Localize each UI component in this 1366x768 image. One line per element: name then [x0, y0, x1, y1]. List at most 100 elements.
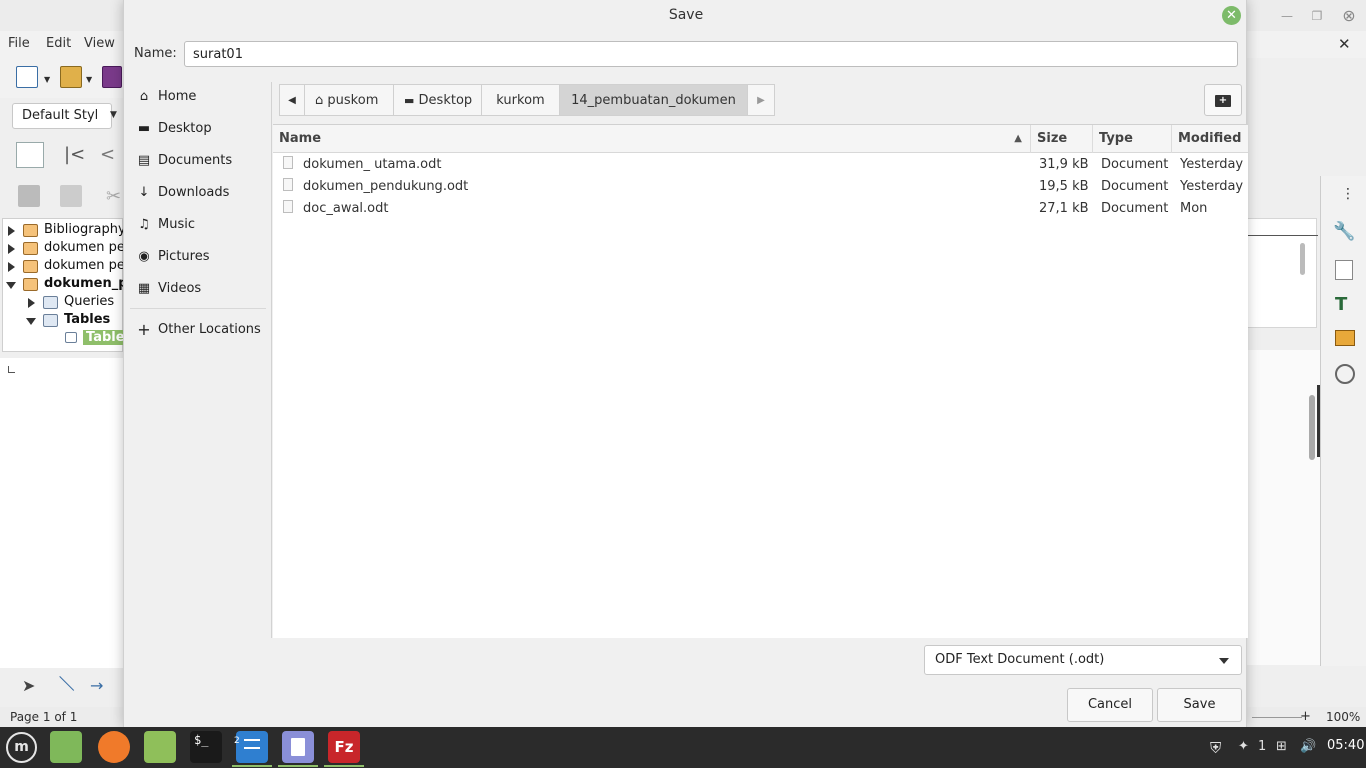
sidebar-tabbar: ⋮ 🔧 T — [1320, 176, 1366, 666]
expand-arrow-icon[interactable] — [8, 244, 15, 254]
tree-item-label: dokumen per — [44, 258, 131, 273]
network-icon[interactable]: ⊞ — [1276, 739, 1287, 754]
place-videos[interactable]: ▦ Videos — [124, 274, 272, 304]
arrow-line-icon[interactable]: → — [90, 676, 103, 695]
path-crumb-current[interactable]: 14_pembuatan_dokumen — [559, 84, 748, 116]
properties-wrench-icon[interactable]: 🔧 — [1333, 221, 1355, 242]
sort-ascending-icon: ▲ — [1014, 133, 1022, 144]
new-folder-button[interactable]: + — [1204, 84, 1242, 116]
writer-app-icon[interactable]: 2 — [232, 731, 272, 767]
tree-item[interactable]: dokumen per — [3, 258, 130, 276]
mail-merge-icon[interactable] — [16, 142, 44, 168]
document-page[interactable] — [0, 358, 123, 668]
cancel-button[interactable]: Cancel — [1067, 688, 1153, 722]
expand-arrow-icon[interactable] — [28, 298, 35, 308]
new-document-icon[interactable] — [16, 66, 38, 88]
new-folder-icon: + — [1215, 95, 1231, 107]
tree-item-selected[interactable]: Table 1 — [3, 330, 142, 348]
path-forward-icon[interactable]: ▶ — [747, 84, 775, 116]
open-folder-icon[interactable] — [60, 66, 82, 88]
styles-icon[interactable]: T — [1335, 294, 1347, 315]
tree-item[interactable]: Tables — [3, 312, 124, 330]
save-button[interactable]: Save — [1157, 688, 1242, 722]
path-crumb-desktop[interactable]: ▬ Desktop — [393, 84, 482, 116]
path-back-icon[interactable]: ◀ — [279, 84, 305, 116]
zoom-in-icon[interactable]: + — [1300, 709, 1311, 724]
menu-file[interactable]: File — [8, 36, 30, 51]
path-crumb-kurkom[interactable]: kurkom — [481, 84, 560, 116]
column-name-header[interactable]: Name ▲ — [273, 125, 1031, 153]
folder-app-icon[interactable] — [144, 731, 176, 763]
place-documents[interactable]: ▤ Documents — [124, 146, 272, 176]
downloads-icon: ↓ — [138, 185, 150, 200]
place-home[interactable]: ⌂ Home — [124, 82, 272, 112]
column-size-header[interactable]: Size — [1031, 125, 1093, 153]
chevron-down-icon[interactable]: ▼ — [44, 75, 50, 84]
files-app-icon[interactable] — [50, 731, 82, 763]
terminal-icon[interactable]: $_ — [190, 731, 222, 763]
column-modified-header[interactable]: Modified — [1172, 125, 1248, 153]
zoom-level[interactable]: 100% — [1326, 710, 1360, 724]
minimize-icon[interactable]: — — [1278, 7, 1296, 25]
sidebar-menu-icon[interactable]: ⋮ — [1341, 186, 1355, 202]
gallery-icon[interactable] — [1335, 330, 1355, 346]
collapse-arrow-icon[interactable] — [26, 318, 36, 325]
zoom-slider[interactable] — [1252, 717, 1302, 718]
select-pointer-icon[interactable]: ➤ — [22, 676, 35, 695]
first-record-icon[interactable]: |< — [64, 144, 85, 165]
collapse-arrow-icon[interactable] — [6, 282, 16, 289]
tables-icon — [43, 314, 58, 327]
chevron-down-icon[interactable]: ▼ — [86, 75, 92, 84]
navigator-compass-icon[interactable] — [1335, 364, 1355, 384]
place-desktop[interactable]: ▬ Desktop — [124, 114, 272, 144]
mint-menu-icon[interactable]: m — [6, 732, 37, 763]
close-window-icon[interactable]: ⊗ — [1340, 7, 1358, 25]
file-row[interactable]: dokumen_pendukung.odt 19,5 kB Document Y… — [273, 176, 1248, 198]
style-dropdown-icon[interactable]: ▼ — [110, 110, 117, 120]
place-other-locations[interactable]: + Other Locations — [124, 315, 272, 345]
expand-arrow-icon[interactable] — [8, 226, 15, 236]
close-document-icon[interactable]: ✕ — [1338, 35, 1351, 53]
place-downloads[interactable]: ↓ Downloads — [124, 178, 272, 208]
text-editor-icon[interactable] — [278, 731, 318, 767]
scrollbar-thumb[interactable] — [1300, 243, 1305, 275]
documents-icon: ▤ — [137, 153, 151, 168]
save-icon[interactable] — [102, 66, 122, 88]
column-type-header[interactable]: Type — [1093, 125, 1172, 153]
firefox-icon[interactable] — [98, 731, 130, 763]
dialog-close-icon[interactable]: ✕ — [1222, 6, 1241, 25]
file-type-select[interactable]: ODF Text Document (.odt) — [924, 645, 1242, 675]
expand-arrow-icon[interactable] — [8, 262, 15, 272]
file-type: Document — [1101, 157, 1169, 172]
file-row[interactable]: dokumen_ utama.odt 31,9 kB Document Yest… — [273, 154, 1248, 176]
volume-icon[interactable]: 🔊 — [1300, 739, 1316, 754]
desktop-folder-icon: ▬ — [137, 121, 151, 136]
tree-item[interactable]: dokumen per — [3, 240, 130, 258]
place-pictures[interactable]: ◉ Pictures — [124, 242, 272, 272]
active-indicator — [278, 765, 318, 767]
tree-item[interactable]: dokumen_pe — [3, 276, 136, 294]
home-icon: ⌂ — [315, 93, 324, 108]
file-type: Document — [1101, 179, 1169, 194]
path-crumb-home[interactable]: ⌂ puskom — [304, 84, 394, 116]
page-icon[interactable] — [1335, 260, 1353, 280]
edit-disabled-icon — [60, 185, 82, 207]
vertical-scrollbar[interactable] — [1309, 395, 1315, 460]
menu-edit[interactable]: Edit — [46, 36, 71, 51]
shield-icon[interactable]: ⛨ — [1210, 739, 1221, 757]
maximize-icon[interactable]: ❐ — [1308, 7, 1326, 25]
filezilla-icon[interactable]: Fz — [324, 731, 364, 767]
name-label: Name: — [134, 46, 177, 61]
file-list[interactable]: Name ▲ Size Type Modified dokumen_ utama… — [273, 124, 1248, 638]
paragraph-style-box[interactable]: Default Styl — [12, 103, 112, 129]
file-row[interactable]: doc_awal.odt 27,1 kB Document Mon — [273, 198, 1248, 220]
clock[interactable]: 05:40 — [1327, 738, 1364, 753]
tree-item[interactable]: Bibliography — [3, 222, 126, 240]
tree-item[interactable]: Queries — [3, 294, 124, 312]
place-label: Other Locations — [158, 322, 261, 337]
filename-input[interactable] — [184, 41, 1238, 67]
previous-record-icon[interactable]: < — [100, 144, 115, 165]
notification-icon[interactable]: ✦ — [1238, 739, 1249, 754]
menu-view[interactable]: View — [84, 36, 115, 51]
place-music[interactable]: ♫ Music — [124, 210, 272, 240]
